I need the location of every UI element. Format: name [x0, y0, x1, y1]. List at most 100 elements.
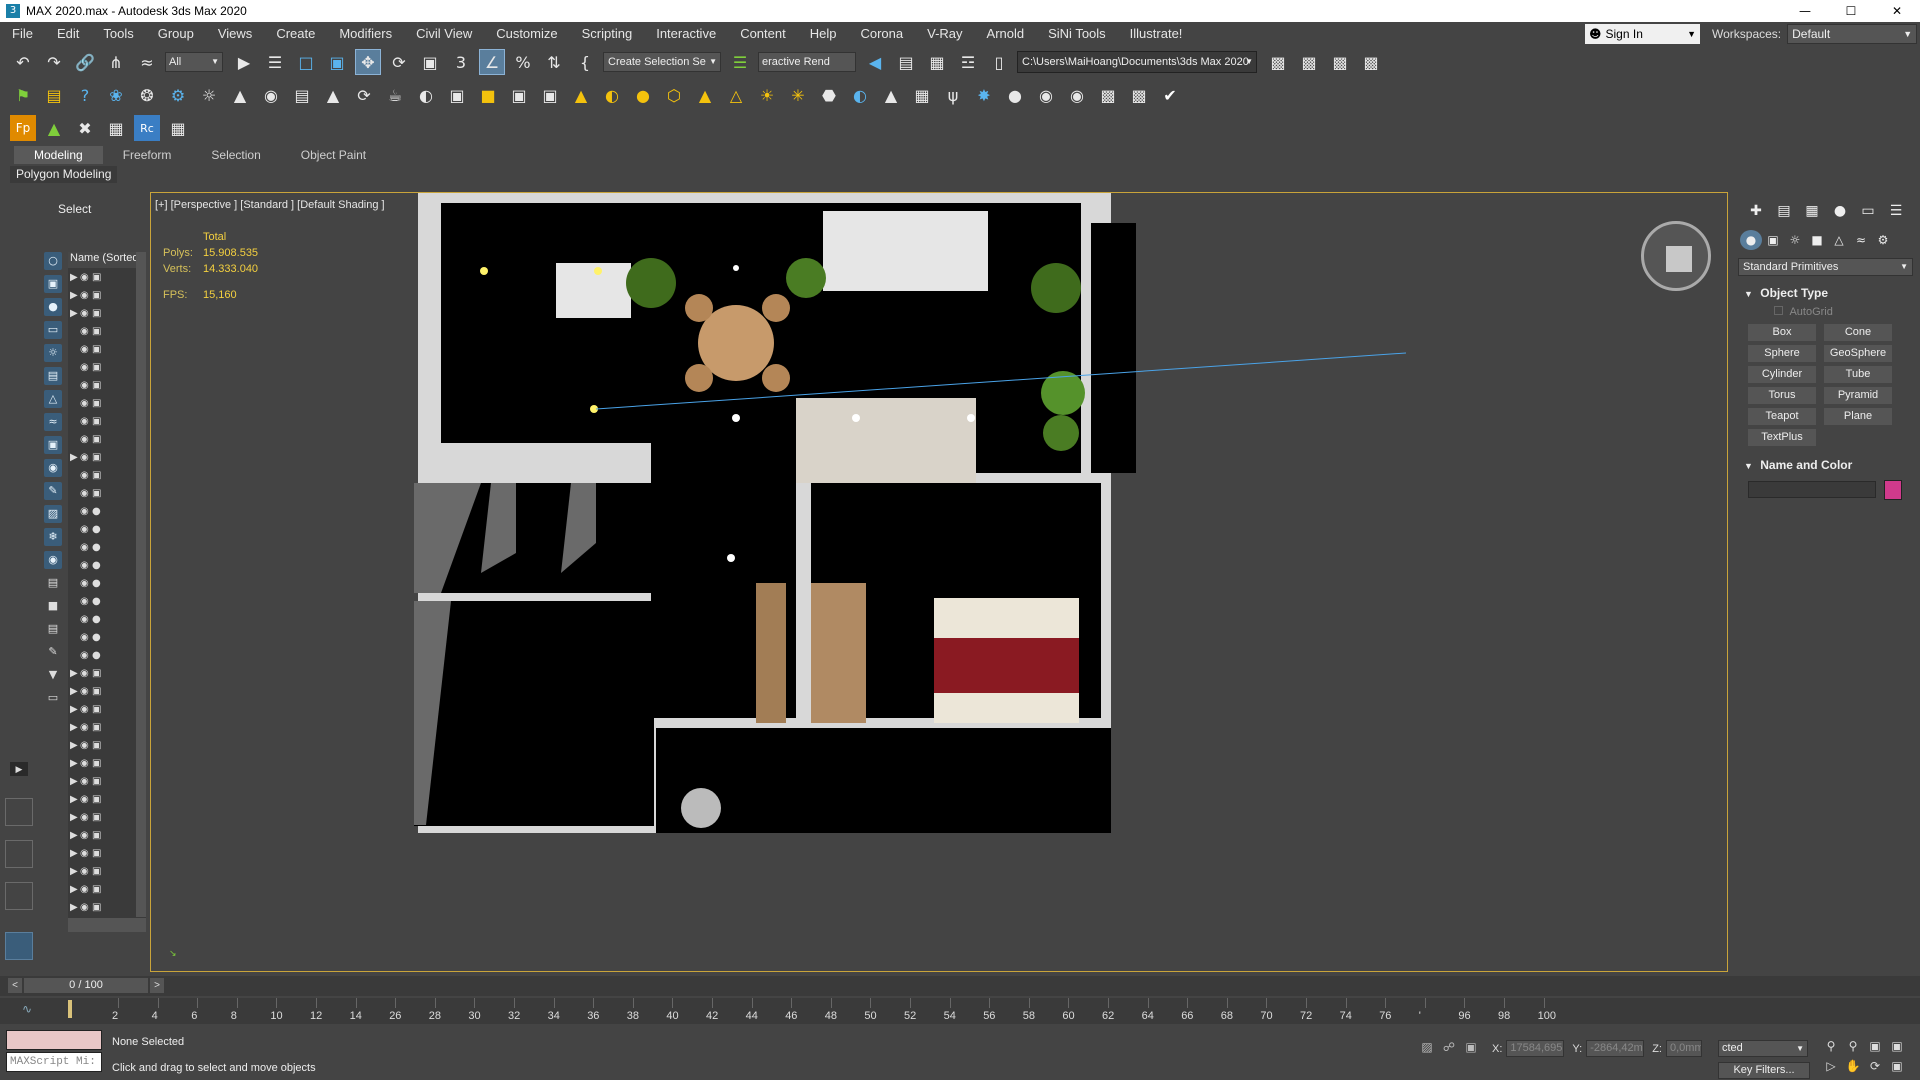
expand-triangle-icon[interactable]: ▶: [70, 308, 80, 319]
expand-arrow-icon[interactable]: ▶: [10, 762, 28, 776]
hidden-filter-icon[interactable]: ◉: [44, 551, 62, 569]
percent-snap-icon[interactable]: %: [510, 49, 536, 75]
eye-icon[interactable]: ◉: [80, 434, 92, 445]
scene-row[interactable]: ◉ ●: [68, 628, 146, 646]
lock-selection-icon[interactable]: ☍: [1438, 1040, 1460, 1054]
fur-icon[interactable]: ▲: [320, 82, 346, 108]
mirror-icon[interactable]: ◀: [862, 49, 888, 75]
vray-mesh-light-icon[interactable]: ⬡: [661, 82, 687, 108]
groups-filter-icon[interactable]: ▣: [44, 436, 62, 454]
name-and-color-rollout[interactable]: ▼ Name and Color: [1738, 456, 1913, 474]
help-icon[interactable]: ?: [72, 82, 98, 108]
vray-fur-icon[interactable]: ψ: [940, 82, 966, 108]
select-none-icon[interactable]: ▤: [44, 620, 62, 638]
zoom-extents-icon[interactable]: ▣: [1864, 1036, 1886, 1056]
vray-fb-icon[interactable]: ▣: [444, 82, 470, 108]
scene-row[interactable]: ▶ ◉ ▣: [68, 268, 146, 286]
edit-named-selection-icon[interactable]: {: [572, 49, 598, 75]
eye-icon[interactable]: ◉: [80, 560, 92, 571]
pan-icon[interactable]: ✋: [1842, 1056, 1864, 1076]
eye-icon[interactable]: ◉: [80, 704, 92, 715]
maximize-icon[interactable]: ☐: [1828, 0, 1874, 22]
scene-row[interactable]: ◉ ●: [68, 556, 146, 574]
vray-ies-icon[interactable]: ▲: [568, 82, 594, 108]
render-iterative-icon[interactable]: ▩: [1358, 49, 1384, 75]
zoom-extents-all-icon[interactable]: ▣: [1886, 1036, 1908, 1056]
eye-icon[interactable]: ◉: [80, 632, 92, 643]
lights-category-icon[interactable]: ☼: [1784, 230, 1806, 250]
eye-icon[interactable]: ◉: [80, 308, 92, 319]
folder-icon[interactable]: ▭: [44, 689, 62, 707]
menu-scripting[interactable]: Scripting: [570, 26, 645, 41]
scene-row[interactable]: ◉ ▣: [68, 484, 146, 502]
snap-toggle-icon[interactable]: 3: [448, 49, 474, 75]
menu-arnold[interactable]: Arnold: [975, 26, 1037, 41]
menu-help[interactable]: Help: [798, 26, 849, 41]
rotate-icon[interactable]: ⟳: [351, 82, 377, 108]
create-tab-icon[interactable]: ✚: [1742, 200, 1770, 222]
vray-proxy-icon[interactable]: ▣: [537, 82, 563, 108]
toggle-scene-explorer-icon[interactable]: ▦: [924, 49, 950, 75]
eye-icon[interactable]: ◉: [80, 614, 92, 625]
scene-row[interactable]: ▶ ◉ ▣: [68, 826, 146, 844]
selection-filter-dropdown[interactable]: All ▼: [165, 52, 223, 72]
scene-row[interactable]: ◉ ●: [68, 538, 146, 556]
eye-icon[interactable]: ◉: [80, 884, 92, 895]
layout-quad-icon[interactable]: [5, 798, 33, 826]
expand-triangle-icon[interactable]: ▶: [70, 686, 80, 697]
spacewarps-category-icon[interactable]: ≈: [1850, 230, 1872, 250]
forest-icon[interactable]: ▲: [41, 115, 67, 141]
teapot-button[interactable]: Teapot: [1748, 408, 1816, 425]
project-folder-dropdown[interactable]: C:\Users\MaiHoang\Documents\3ds Max 2020…: [1017, 51, 1257, 73]
menu-create[interactable]: Create: [264, 26, 327, 41]
rectangular-selection-icon[interactable]: □: [293, 49, 319, 75]
z-coordinate-field[interactable]: 0,0mm: [1665, 1040, 1702, 1057]
lights-filter-icon[interactable]: ☼: [44, 344, 62, 362]
vray-camera-icon[interactable]: ▣: [506, 82, 532, 108]
tab-selection[interactable]: Selection: [191, 146, 280, 164]
shapes-category-icon[interactable]: ▣: [1762, 230, 1784, 250]
tab-modeling[interactable]: Modeling: [14, 146, 103, 164]
expand-triangle-icon[interactable]: ▶: [70, 668, 80, 679]
eye-icon[interactable]: ◉: [80, 326, 92, 337]
render-material-icon[interactable]: ◉: [1064, 82, 1090, 108]
perspective-viewport[interactable]: [+] [Perspective ] [Standard ] [Default …: [150, 192, 1728, 972]
array-icon[interactable]: ❂: [134, 82, 160, 108]
menu-file[interactable]: File: [0, 26, 45, 41]
material-editor-icon[interactable]: ◉: [1033, 82, 1059, 108]
menu-customize[interactable]: Customize: [484, 26, 569, 41]
eye-icon[interactable]: ◉: [80, 848, 92, 859]
geosphere-button[interactable]: GeoSphere: [1824, 345, 1892, 362]
scene-row[interactable]: ▶ ◉ ▣: [68, 862, 146, 880]
align-icon[interactable]: ▤: [893, 49, 919, 75]
menu-edit[interactable]: Edit: [45, 26, 91, 41]
rendered-frame-window-icon[interactable]: ▩: [1296, 49, 1322, 75]
y-coordinate-field[interactable]: -2864,42m: [1586, 1040, 1645, 1057]
tools-icon[interactable]: ✖: [72, 115, 98, 141]
scene-row[interactable]: ▶ ◉ ▣: [68, 772, 146, 790]
expand-triangle-icon[interactable]: ▶: [70, 272, 80, 283]
viewcube[interactable]: [1641, 221, 1711, 291]
display-none-icon[interactable]: ○: [44, 252, 62, 270]
object-color-swatch[interactable]: [1884, 480, 1902, 500]
scene-row[interactable]: ◉ ▣: [68, 376, 146, 394]
scene-row[interactable]: ◉ ▣: [68, 412, 146, 430]
helpers-filter-icon[interactable]: △: [44, 390, 62, 408]
filter-icon[interactable]: ▼: [44, 666, 62, 684]
vray-volume-icon[interactable]: ✸: [971, 82, 997, 108]
scene-row[interactable]: ◉ ●: [68, 610, 146, 628]
xrefs-filter-icon[interactable]: ◉: [44, 459, 62, 477]
x-coordinate-field[interactable]: 17584,695: [1506, 1040, 1565, 1057]
name-column-header[interactable]: Name (Sorted A: [68, 252, 146, 268]
eye-icon[interactable]: ◉: [80, 722, 92, 733]
geometry-category-icon[interactable]: ●: [1740, 230, 1762, 250]
eye-icon[interactable]: ◉: [80, 866, 92, 877]
scene-row[interactable]: ▶ ◉ ▣: [68, 718, 146, 736]
maximize-viewport-icon[interactable]: ▣: [1886, 1056, 1908, 1076]
expand-triangle-icon[interactable]: ▶: [70, 830, 80, 841]
vray-box-icon[interactable]: ⬣: [816, 82, 842, 108]
menu-interactive[interactable]: Interactive: [644, 26, 728, 41]
eye-icon[interactable]: ◉: [80, 830, 92, 841]
autogrid-checkbox[interactable]: AutoGrid: [1774, 306, 1833, 318]
systems-category-icon[interactable]: ⚙: [1872, 230, 1894, 250]
